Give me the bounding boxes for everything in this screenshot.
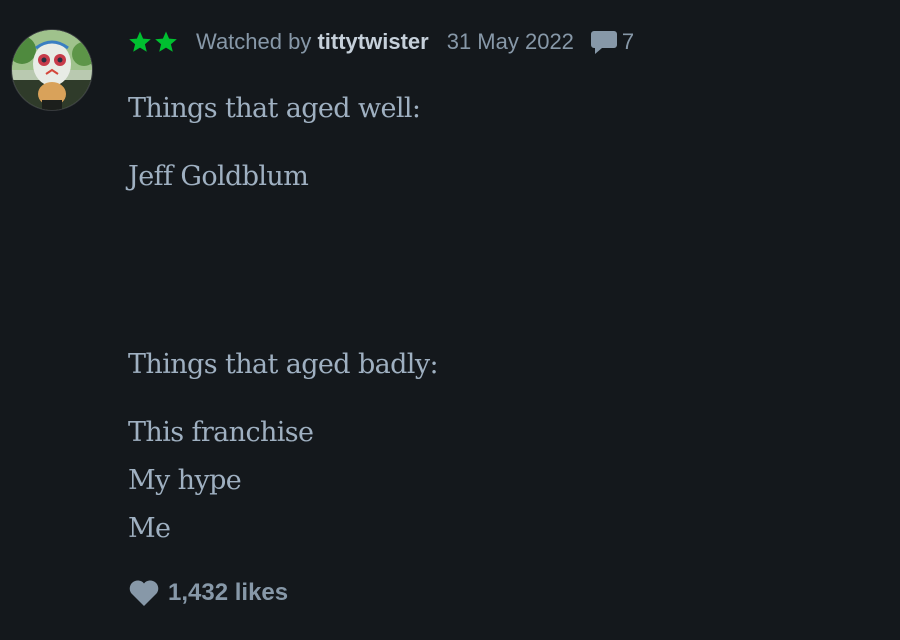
likes-count: 1,432 likes [168,579,289,606]
likes-link[interactable]: 1,432 likes [128,576,288,610]
star-rating [128,30,180,54]
review-line: My hype [128,465,242,496]
username-link[interactable]: tittytwister [317,29,428,54]
comments-link[interactable]: 7 [590,29,634,55]
speech-bubble-icon [590,31,617,54]
review-line: This franchise [128,417,314,448]
star-icon [155,31,177,52]
avatar[interactable] [12,30,92,110]
comment-count: 7 [621,29,635,54]
watched-prefix: Watched by [196,29,318,54]
star-icon [129,31,151,52]
review-heading-good: Things that aged well: [128,93,421,124]
avatar-image [12,30,92,110]
review-date[interactable]: 31 May 2022 [447,29,574,55]
heart-icon [129,580,159,606]
review-heading-bad: Things that aged badly: [128,349,439,380]
review-line: Jeff Goldblum [128,161,309,192]
watched-by-text: Watched by tittytwister [196,29,429,55]
review-body: Things that aged well: Jeff Goldblum Thi… [128,85,868,553]
review-line: Me [128,513,171,544]
review-meta: Watched by tittytwister 31 May 2022 7 [128,28,634,56]
